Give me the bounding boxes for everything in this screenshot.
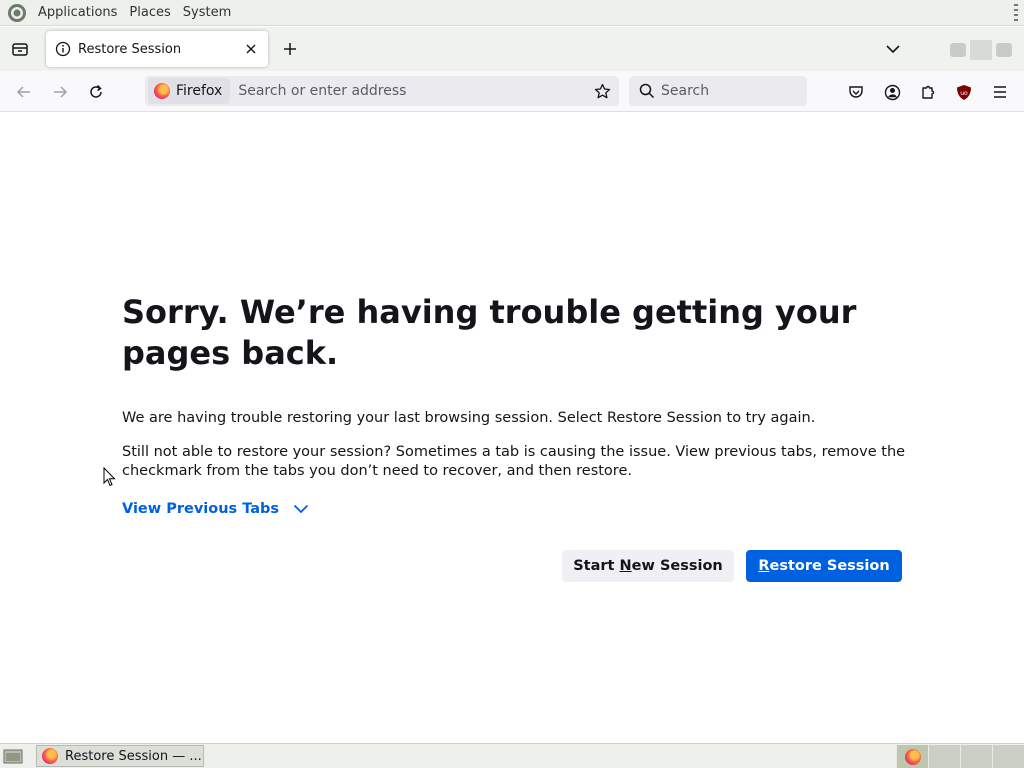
menu-places[interactable]: Places [123,5,176,20]
account-button[interactable] [879,79,905,105]
search-input[interactable]: Search [661,83,709,99]
mouse-cursor-icon [103,467,116,487]
new-tab-button[interactable] [278,37,302,61]
error-help-text: Still not able to restore your session? … [122,444,906,479]
show-desktop-icon[interactable] [2,746,26,766]
error-description: We are having trouble restoring your las… [122,410,816,426]
workspace-3[interactable] [960,745,992,768]
plus-icon [284,43,296,55]
account-icon [884,84,900,100]
tab-strip: Restore Session [0,27,1024,71]
start-new-session-accesskey: N [619,558,632,574]
ublock-shield-icon: uo [957,84,971,100]
restore-session-suffix: estore Session [769,558,890,574]
search-icon [639,83,655,99]
window-controls [950,40,1012,60]
taskbar-item-label: Restore Session — ... [65,748,202,764]
hamburger-menu-icon [994,86,1006,98]
workspace-1[interactable] [896,745,928,768]
menu-applications[interactable]: Applications [32,5,123,20]
workspace-4[interactable] [992,745,1024,768]
top-panel: Applications Places System [0,0,1024,26]
firefox-logo-icon [42,748,58,764]
restore-session-accesskey: R [758,558,770,574]
identity-box[interactable]: Firefox [148,78,231,104]
arrow-right-icon [54,86,68,98]
close-window-button[interactable] [996,43,1012,57]
restore-session-button[interactable]: Restore Session [746,550,902,582]
workspace-switcher [896,745,1024,768]
bookmark-star-icon[interactable] [591,80,613,102]
start-new-session-button[interactable]: Start New Session [562,550,734,582]
arrow-left-icon [16,86,30,98]
extensions-button[interactable] [915,79,941,105]
start-new-session-suffix: ew Session [631,558,723,574]
puzzle-icon [922,85,935,99]
ublock-button[interactable]: uo [951,79,977,105]
reload-icon [90,84,102,98]
view-previous-tabs-toggle[interactable]: View Previous Tabs [122,501,309,517]
chevron-down-icon [293,504,309,514]
minimize-button[interactable] [950,43,966,57]
firefox-view-button[interactable] [0,27,40,71]
page-content: Sorry. We’re having trouble getting your… [0,112,1024,743]
nav-bar: Firefox Search or enter address Search u… [0,71,1024,112]
info-icon [55,41,71,57]
view-previous-tabs-label: View Previous Tabs [122,501,280,517]
list-all-tabs-button[interactable] [881,37,905,61]
tab-restore-session[interactable]: Restore Session [46,31,268,67]
workspace-2[interactable] [928,745,960,768]
url-input[interactable]: Search or enter address [238,83,591,99]
svg-text:uo: uo [960,90,968,97]
chevron-down-icon [886,45,900,54]
identity-label: Firefox [176,83,223,99]
pocket-icon [849,86,863,98]
bottom-panel: Restore Session — ... [0,743,1024,768]
search-bar[interactable]: Search [629,76,807,106]
taskbar-item-firefox[interactable]: Restore Session — ... [36,745,204,767]
firefox-view-icon [12,43,28,56]
maximize-button[interactable] [970,40,992,60]
url-bar[interactable]: Firefox Search or enter address [145,76,619,106]
start-new-session-prefix: Start [573,558,620,574]
firefox-logo-icon [904,748,921,765]
panel-grip-icon [1014,4,1018,22]
close-tab-icon[interactable] [243,41,259,57]
tab-title: Restore Session [78,41,182,57]
distro-logo-icon[interactable] [7,3,27,23]
reload-button[interactable] [83,79,109,105]
page-title: Sorry. We’re having trouble getting your… [122,293,857,372]
back-button[interactable] [11,79,37,105]
firefox-logo-icon [154,83,170,99]
forward-button[interactable] [47,79,73,105]
pocket-button[interactable] [843,79,869,105]
menu-system[interactable]: System [177,5,237,20]
app-menu-button[interactable] [987,79,1013,105]
